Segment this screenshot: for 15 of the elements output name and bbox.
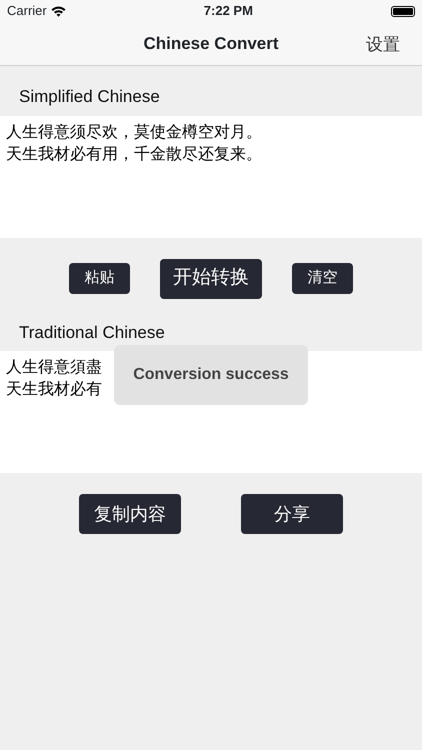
action-button[interactable]: 清空	[292, 263, 353, 294]
share-button[interactable]: 分享	[241, 494, 343, 534]
wifi-icon	[50, 6, 66, 16]
copy-button[interactable]: 复制内容	[79, 494, 181, 534]
conversion-toast: Conversion success	[114, 345, 308, 405]
carrier-label: Carrier	[7, 2, 47, 20]
section-label: Simplified Chinese	[18, 86, 161, 108]
status-time: 7:22 PM	[204, 2, 253, 20]
section-label: Traditional Chinese	[18, 322, 166, 344]
convert-button[interactable]: 开始转换	[160, 258, 262, 298]
battery-icon	[391, 6, 415, 16]
action-button[interactable]: 粘贴	[69, 263, 130, 294]
nav-title: Chinese Convert	[143, 32, 279, 55]
text-area[interactable]: 人生得意须尽欢，莫使金樽空对月。 天生我材必有用，千金散尽还复来。	[0, 116, 422, 238]
settings-button[interactable]: 设置	[366, 32, 400, 58]
